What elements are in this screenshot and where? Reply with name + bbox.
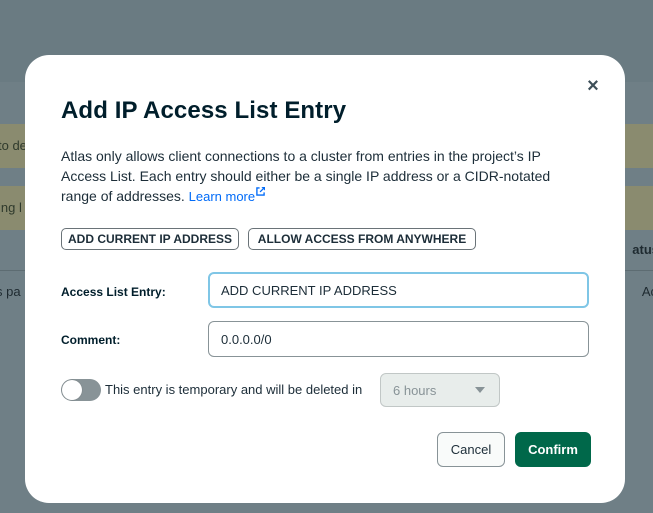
toggle-knob [62, 380, 82, 400]
access-list-entry-input[interactable] [208, 272, 589, 308]
duration-select-value: 6 hours [393, 382, 437, 398]
temporary-entry-toggle[interactable] [61, 379, 101, 401]
background-row-text: Ac [641, 284, 653, 299]
background-status-header: atus [632, 242, 653, 257]
access-list-entry-label: Access List Entry: [61, 285, 166, 299]
background-banner-text: ing l [0, 200, 22, 215]
external-link-icon [256, 187, 266, 196]
close-icon[interactable]: × [585, 76, 601, 96]
background-banner-text: to de [0, 138, 27, 153]
cancel-button[interactable]: Cancel [437, 432, 505, 467]
modal-title: Add IP Access List Entry [61, 97, 347, 124]
modal-description: Atlas only allows client connections to … [61, 146, 581, 207]
temporary-entry-text: This entry is temporary and will be dele… [105, 382, 363, 397]
add-current-ip-button[interactable]: ADD CURRENT IP ADDRESS [61, 228, 239, 250]
learn-more-label: Learn more [188, 189, 256, 204]
add-ip-access-list-modal: × Add IP Access List Entry Atlas only al… [25, 55, 625, 503]
confirm-button[interactable]: Confirm [515, 432, 591, 467]
comment-label: Comment: [61, 333, 121, 347]
chevron-down-icon [475, 387, 485, 393]
allow-access-anywhere-button[interactable]: ALLOW ACCESS FROM ANYWHERE [248, 228, 476, 250]
description-text: Atlas only allows client connections to … [61, 148, 551, 204]
learn-more-link[interactable]: Learn more [188, 187, 266, 204]
comment-input[interactable] [208, 321, 589, 357]
duration-select[interactable]: 6 hours [380, 373, 500, 407]
background-row-text: s pa [0, 284, 21, 299]
